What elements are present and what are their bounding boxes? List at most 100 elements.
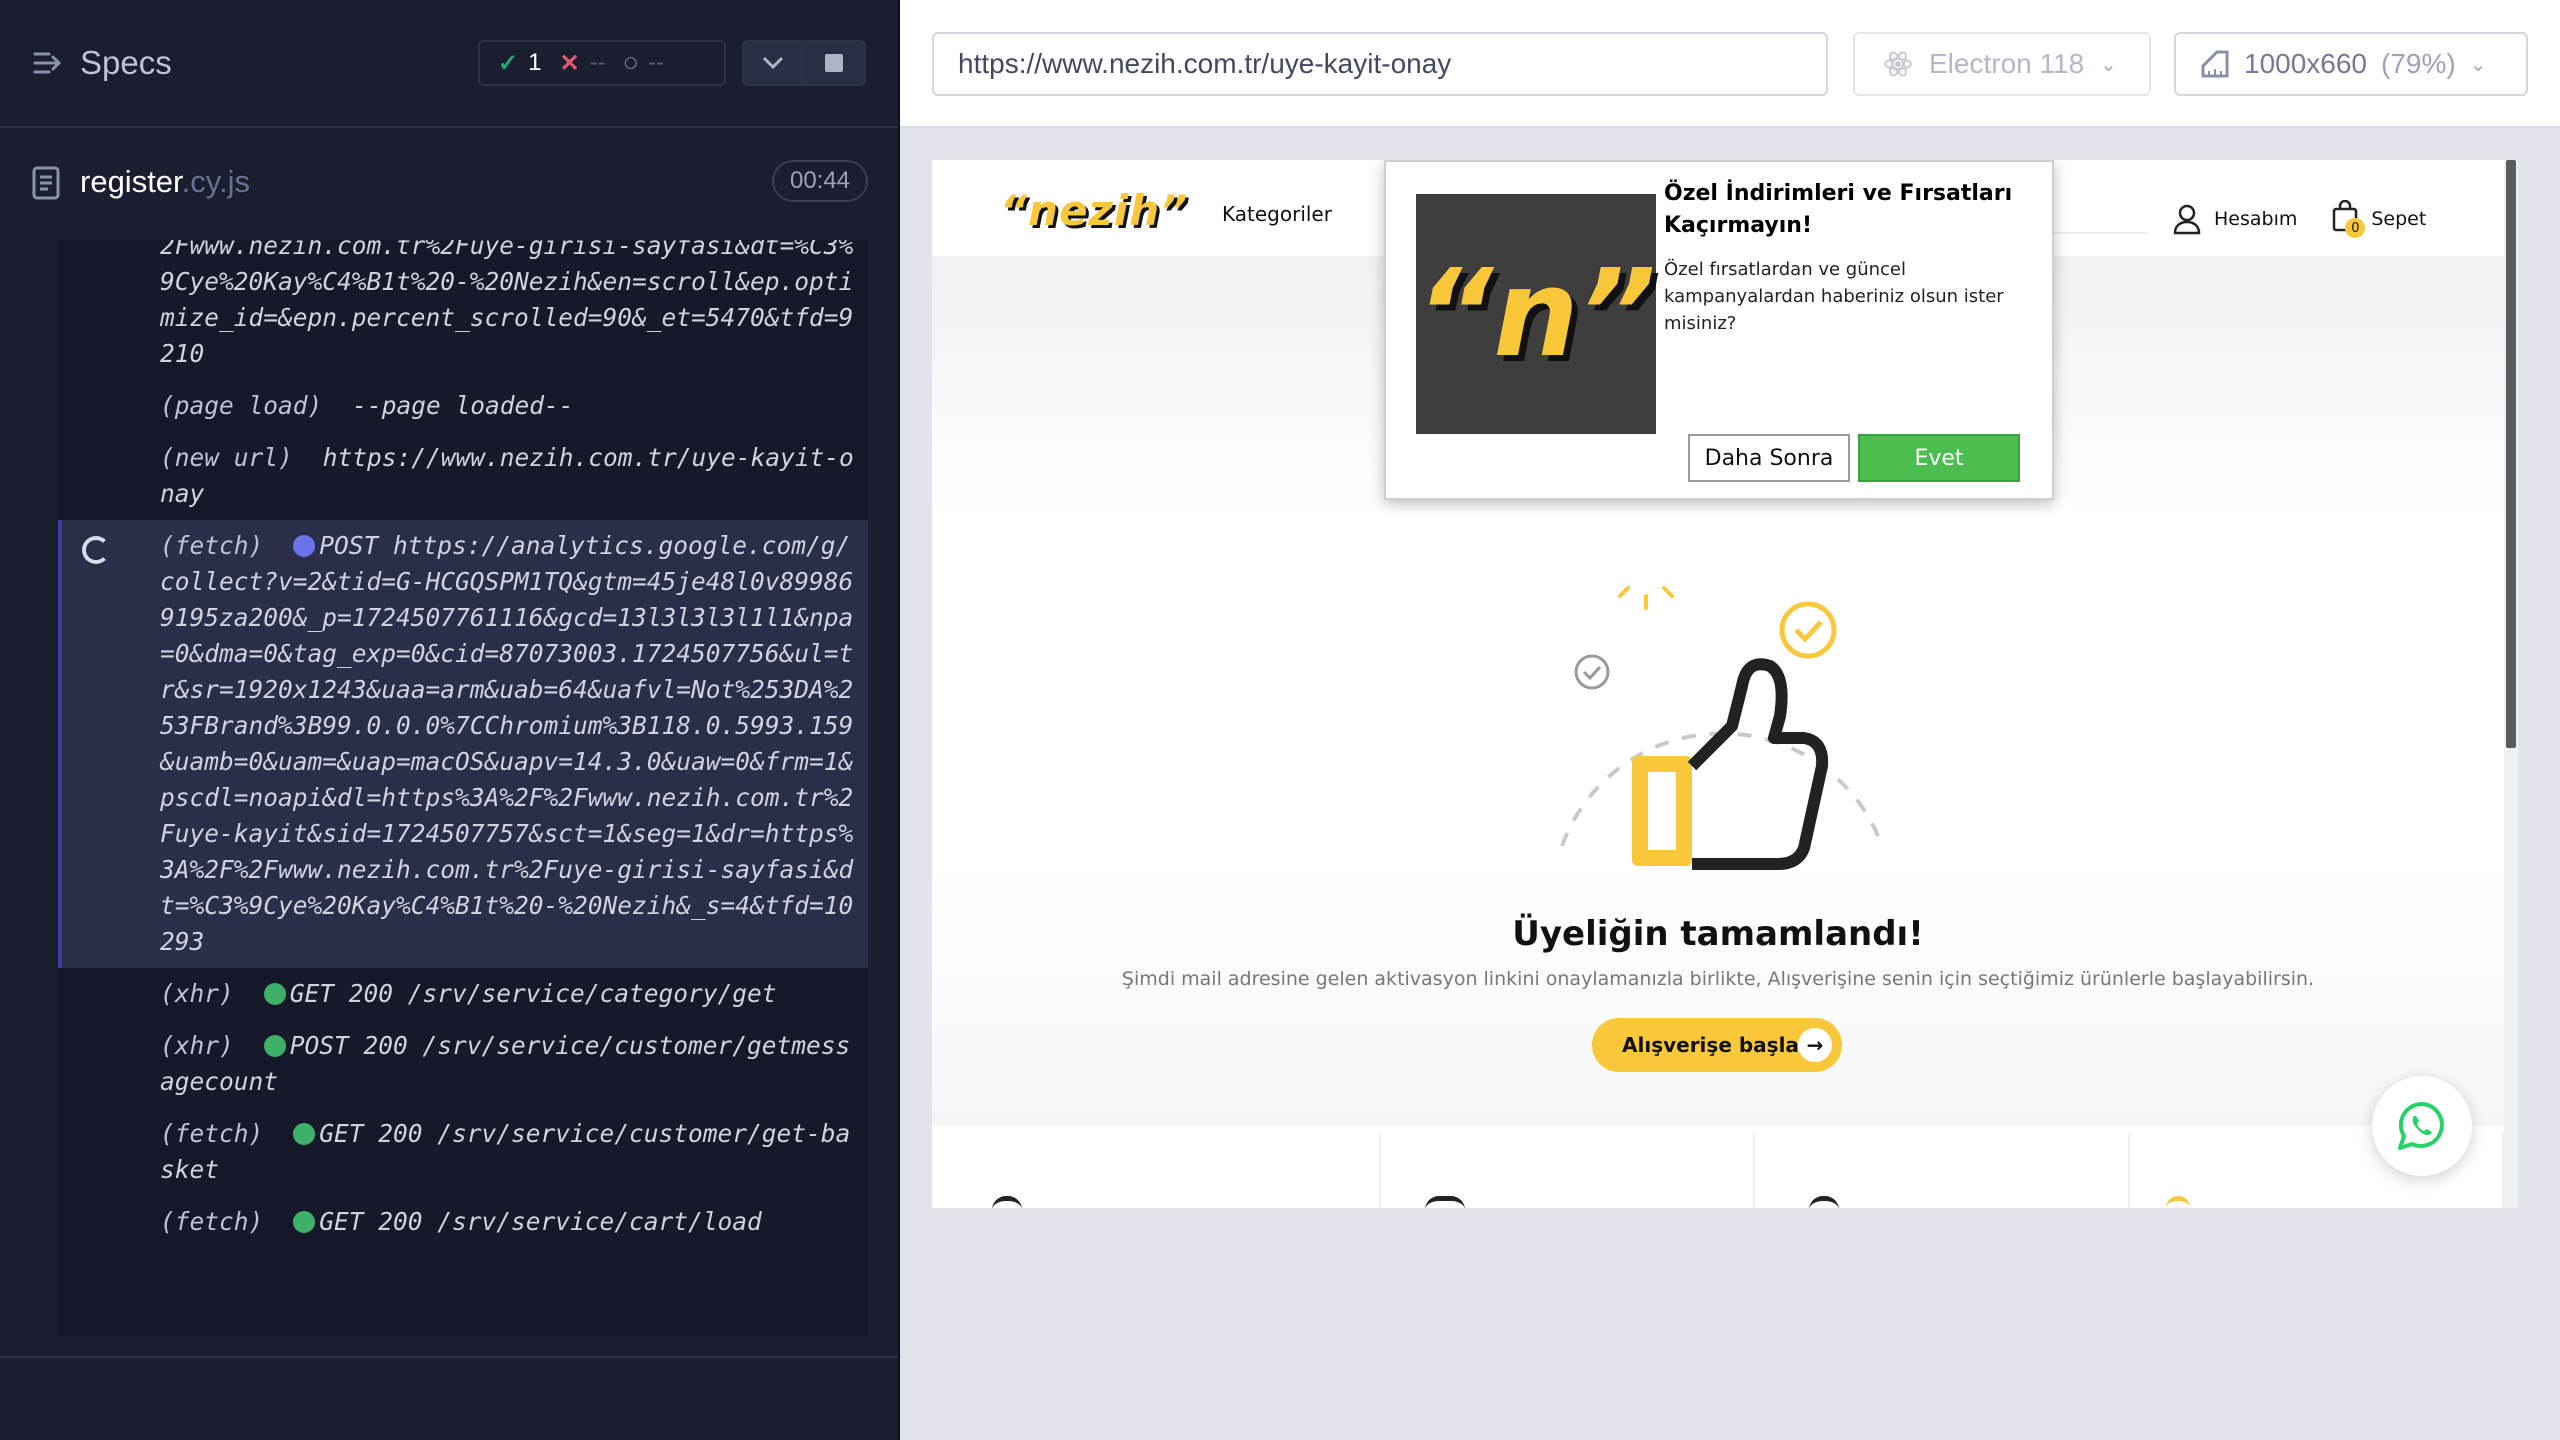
- browser-selector[interactable]: Electron 118 ⌄: [1853, 32, 2151, 96]
- spec-ext: .cy.js: [181, 164, 250, 199]
- viewport-zoom: (79%): [2381, 48, 2456, 79]
- yes-button[interactable]: Evet: [1858, 434, 2020, 482]
- passed-count: 1: [528, 49, 542, 76]
- command-list: 2Fwww.nezih.com.tr%2Fuye-girisi-sayfasi&…: [58, 240, 868, 1248]
- browser-label: Electron 118: [1929, 48, 2085, 79]
- scrollbar-thumb[interactable]: [2506, 160, 2516, 748]
- expand-collapse-button[interactable]: [742, 40, 804, 86]
- spec-duration: 00:44: [772, 160, 868, 202]
- stop-button[interactable]: [804, 40, 866, 86]
- spec-file-name: register.cy.js: [80, 164, 250, 200]
- command-row[interactable]: (new url) https://www.nezih.com.tr/uye-ka…: [58, 432, 868, 520]
- later-button[interactable]: Daha Sonra: [1688, 434, 1850, 482]
- account-label: Hesabım: [2214, 207, 2298, 230]
- viewport-size: 1000x660: [2244, 48, 2368, 79]
- x-icon: ✕: [559, 49, 580, 77]
- test-stats: ✓ 1 ✕ -- ◌ --: [478, 40, 726, 86]
- command-message: --page loaded--: [352, 391, 574, 420]
- command-message: /srv/service/customer/get-basket: [160, 1119, 851, 1184]
- specs-toggle[interactable]: Specs: [32, 44, 172, 82]
- feature-item: [932, 1134, 1381, 1208]
- user-icon: [2173, 204, 2201, 234]
- command-name: (fetch): [160, 531, 264, 560]
- whatsapp-button[interactable]: [2372, 1076, 2472, 1176]
- start-shopping-button[interactable]: Alışverişe başla →: [1592, 1018, 1842, 1072]
- stop-icon: [825, 54, 843, 72]
- nav-right: Hesabım 0 Sepet: [2172, 199, 2427, 238]
- whatsapp-icon: [2398, 1101, 2444, 1150]
- failed-stat: ✕ --: [559, 49, 605, 78]
- document-icon: [32, 166, 60, 200]
- command-message: 2Fwww.nezih.com.tr%2Fuye-girisi-sayfasi&…: [160, 240, 854, 368]
- status-dot-icon: [263, 983, 286, 1005]
- site-scrollbar[interactable]: [2504, 160, 2518, 1208]
- cta-label: Alışverişe başla: [1622, 1033, 1799, 1057]
- cart-label: Sepet: [2371, 207, 2427, 230]
- viewport-selector[interactable]: 1000x660 (79%) ⌄: [2174, 32, 2528, 96]
- feature-strip: [932, 1134, 2504, 1208]
- popup-logo-text: “n”: [1416, 244, 1656, 384]
- request-method: GET 200: [319, 1207, 423, 1236]
- failed-count: --: [589, 49, 606, 76]
- specs-list-icon: [33, 52, 62, 74]
- chevron-down-icon: [762, 56, 784, 70]
- command-row[interactable]: (fetch) GET 200 /srv/service/customer/get…: [58, 1108, 868, 1196]
- command-message: /srv/service/cart/load: [437, 1207, 762, 1236]
- status-dot-icon: [293, 1123, 316, 1145]
- reporter-divider: [0, 1356, 900, 1358]
- url-display[interactable]: https://www.nezih.com.tr/uye-kayit-onay: [932, 32, 1828, 96]
- popup-text: Özel fırsatlardan ve güncel kampanyalard…: [1664, 259, 2004, 334]
- cypress-reporter: Specs ✓ 1 ✕ -- ◌ -- register.cy.js 00:44…: [0, 0, 900, 1440]
- request-method: GET 200: [289, 979, 394, 1008]
- loading-spinner-icon: [82, 536, 110, 564]
- cart-count-badge: 0: [2345, 218, 2366, 238]
- spec-file-header: register.cy.js 00:44: [0, 150, 900, 240]
- electron-icon: [1884, 51, 1912, 77]
- popup-logo-image: “n”: [1416, 194, 1656, 434]
- command-name: (page load): [160, 391, 323, 420]
- request-method: GET 200: [319, 1119, 423, 1148]
- nav-account[interactable]: Hesabım: [2172, 203, 2297, 235]
- notification-permission-popup: “n” Özel İndirimleri ve Fırsatları Kaçır…: [1384, 160, 2054, 500]
- chevron-down-icon: ⌄: [2100, 53, 2117, 76]
- command-name: (fetch): [160, 1119, 264, 1148]
- command-message: /srv/service/category/get: [407, 979, 777, 1008]
- nav-categories[interactable]: Kategoriler: [1222, 202, 1332, 226]
- command-row[interactable]: (fetch) GET 200 /srv/service/cart/load: [58, 1196, 868, 1248]
- specs-label: Specs: [80, 44, 172, 81]
- command-message: https://analytics.google.com/g/collect?v…: [160, 531, 854, 956]
- arrow-right-icon: →: [1798, 1028, 1832, 1062]
- feature-item: [1381, 1134, 1756, 1208]
- status-dot-icon: [293, 535, 316, 557]
- pending-count: --: [647, 49, 664, 76]
- command-name: (xhr): [160, 979, 234, 1008]
- command-row[interactable]: 2Fwww.nezih.com.tr%2Fuye-girisi-sayfasi&…: [58, 240, 868, 380]
- nezih-logo[interactable]: “nezih”: [1000, 186, 1188, 235]
- command-row[interactable]: (xhr) POST 200 /srv/service/customer/getm…: [58, 1020, 868, 1108]
- command-row[interactable]: (fetch) POST https://analytics.google.com…: [58, 520, 868, 968]
- check-icon: ✓: [498, 49, 519, 77]
- aut-area: https://www.nezih.com.tr/uye-kayit-onay …: [900, 0, 2560, 1440]
- aut-header: https://www.nezih.com.tr/uye-kayit-onay …: [900, 0, 2560, 128]
- application-under-test: “nezih” Kategoriler Hesabım 0 Sepet Üyel…: [932, 160, 2518, 1208]
- thumbs-up-illustration: [1560, 586, 1884, 870]
- command-message: /srv/service/customer/getmessagecount: [160, 1031, 851, 1096]
- nav-cart[interactable]: 0 Sepet: [2331, 199, 2427, 238]
- command-log: 2Fwww.nezih.com.tr%2Fuye-girisi-sayfasi&…: [58, 240, 868, 1336]
- success-subtitle: Şimdi mail adresine gelen aktivasyon lin…: [1121, 968, 2315, 990]
- request-method: POST 200: [289, 1031, 408, 1060]
- pending-circle-icon: ◌: [623, 49, 638, 76]
- status-dot-icon: [263, 1035, 286, 1057]
- pending-stat: ◌ --: [624, 49, 664, 77]
- search-underline: [2048, 232, 2148, 234]
- command-row[interactable]: (page load) --page loaded--: [58, 380, 868, 432]
- request-method: POST: [319, 531, 379, 560]
- passed-stat: ✓ 1: [498, 49, 541, 78]
- spec-name: register: [80, 164, 182, 199]
- command-name: (fetch): [160, 1207, 264, 1236]
- command-name: (xhr): [160, 1031, 234, 1060]
- feature-item: [1755, 1134, 2130, 1208]
- reporter-header: Specs ✓ 1 ✕ -- ◌ --: [0, 0, 900, 128]
- command-row[interactable]: (xhr) GET 200 /srv/service/category/get: [58, 968, 868, 1020]
- success-title: Üyeliğin tamamlandı!: [1512, 914, 1924, 954]
